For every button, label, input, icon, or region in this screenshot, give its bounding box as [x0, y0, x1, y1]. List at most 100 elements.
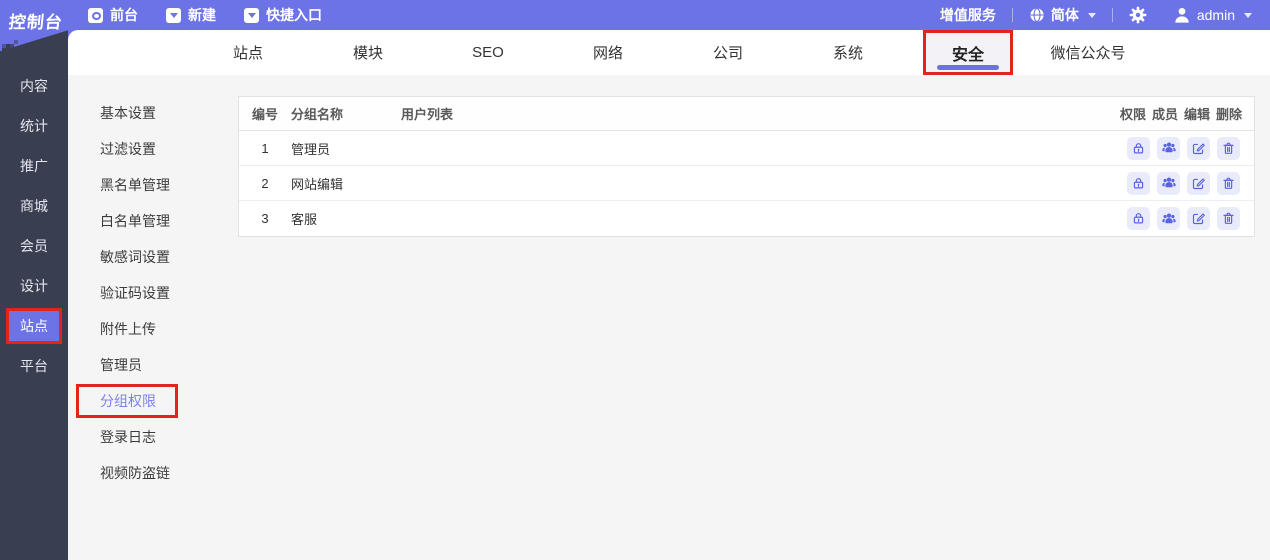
column-header-id: 编号 — [251, 107, 278, 122]
top-menu-frontend[interactable]: 前台 — [88, 5, 138, 25]
submenu-item-captcha[interactable]: 验证码设置 — [68, 275, 238, 311]
row-group-name: 管理员 — [291, 141, 331, 157]
column-header-members: 成员 — [1151, 107, 1178, 122]
top-bar-right: 增值服务 简体 admin — [940, 5, 1270, 25]
top-menu-quick-entry[interactable]: 快捷入口 — [244, 5, 322, 25]
divider — [1011, 8, 1013, 22]
lock-icon — [1131, 141, 1146, 156]
column-header-delete: 删除 — [1215, 107, 1242, 122]
divider — [1111, 8, 1113, 22]
tab-bar: 站点 模块 SEO 网络 公司 系统 安全 微信公众号 — [68, 30, 1270, 75]
language-label: 简体 — [1050, 7, 1079, 23]
submenu-item-video-hotlink[interactable]: 视频防盗链 — [68, 455, 238, 491]
submenu-item-login-log[interactable]: 登录日志 — [68, 419, 238, 455]
top-menu-frontend-label: 前台 — [110, 7, 138, 23]
edit-button[interactable] — [1187, 171, 1210, 195]
submenu-item-basic-settings[interactable]: 基本设置 — [68, 95, 238, 131]
tab-seo[interactable]: SEO — [428, 30, 548, 75]
sidebar-item-content[interactable]: 内容 — [0, 66, 68, 106]
permissions-button[interactable] — [1127, 207, 1150, 230]
permissions-button[interactable] — [1127, 171, 1150, 195]
tab-wechat[interactable]: 微信公众号 — [1028, 30, 1148, 75]
caret-down-icon — [166, 7, 181, 23]
column-header-permissions: 权限 — [1119, 107, 1146, 122]
delete-button[interactable] — [1217, 171, 1240, 195]
tab-modules[interactable]: 模块 — [308, 30, 428, 75]
edit-icon — [1191, 141, 1206, 156]
sidebar-item-design[interactable]: 设计 — [0, 266, 68, 306]
top-menu-new-label: 新建 — [188, 7, 216, 23]
top-menu-new[interactable]: 新建 — [166, 5, 216, 25]
submenu-item-administrators[interactable]: 管理员 — [68, 347, 238, 383]
trash-icon — [1221, 211, 1236, 226]
group-permissions-table: 编号 分组名称 用户列表 权限 成员 编辑 删除 1 管理员 2 网站编辑 3 … — [238, 96, 1255, 237]
main-content: 基本设置 过滤设置 黑名单管理 白名单管理 敏感词设置 验证码设置 附件上传 管… — [68, 75, 1270, 560]
edit-icon — [1191, 211, 1206, 226]
sidebar-item-promotion[interactable]: 推广 — [0, 146, 68, 186]
lock-icon — [1131, 176, 1146, 191]
sidebar-item-statistics[interactable]: 统计 — [0, 106, 68, 146]
submenu-item-whitelist[interactable]: 白名单管理 — [68, 203, 238, 239]
lock-icon — [1131, 211, 1146, 226]
row-actions — [1104, 207, 1254, 230]
eye-icon — [88, 7, 103, 23]
delete-button[interactable] — [1217, 136, 1240, 160]
permissions-button[interactable] — [1127, 136, 1150, 160]
row-id: 2 — [261, 175, 269, 191]
globe-icon — [1029, 7, 1045, 23]
submenu-item-filter-settings[interactable]: 过滤设置 — [68, 131, 238, 167]
tab-system[interactable]: 系统 — [788, 30, 908, 75]
sidebar-item-platform[interactable]: 平台 — [0, 346, 68, 386]
table-row: 2 网站编辑 — [239, 166, 1254, 201]
tab-site[interactable]: 站点 — [188, 30, 308, 75]
value-added-services-link[interactable]: 增值服务 — [940, 5, 996, 25]
row-group-name: 客服 — [291, 212, 318, 227]
chevron-down-icon — [1087, 12, 1096, 18]
top-bar: 前台 新建 快捷入口 增值服务 简体 admin — [0, 0, 1270, 30]
table-row: 3 客服 — [239, 201, 1254, 236]
group-icon — [1161, 211, 1177, 227]
settings-gear-button[interactable] — [1129, 6, 1147, 24]
chevron-down-icon — [1244, 12, 1252, 18]
table-header: 编号 分组名称 用户列表 权限 成员 编辑 删除 — [239, 97, 1254, 131]
action-column-headers: 权限 成员 编辑 删除 — [1104, 104, 1254, 123]
edit-icon — [1191, 176, 1206, 191]
caret-down-icon — [244, 7, 259, 23]
gear-icon — [1129, 6, 1147, 24]
row-actions — [1104, 136, 1254, 160]
submenu-item-group-permissions-active[interactable]: 分组权限 — [76, 384, 178, 418]
column-header-edit: 编辑 — [1183, 107, 1210, 122]
tab-company[interactable]: 公司 — [668, 30, 788, 75]
sidebar-item-mall[interactable]: 商城 — [0, 186, 68, 226]
trash-icon — [1221, 141, 1236, 156]
submenu-item-blacklist[interactable]: 黑名单管理 — [68, 167, 238, 203]
user-menu[interactable]: admin — [1173, 6, 1252, 24]
edit-button[interactable] — [1187, 207, 1210, 230]
table-row: 1 管理员 — [239, 131, 1254, 166]
tab-network[interactable]: 网络 — [548, 30, 668, 75]
annotation-box-group-permissions: 分组权限 — [68, 383, 238, 419]
members-button[interactable] — [1157, 136, 1180, 160]
members-button[interactable] — [1157, 171, 1180, 195]
members-button[interactable] — [1157, 207, 1180, 230]
submenu-item-sensitive-words[interactable]: 敏感词设置 — [68, 239, 238, 275]
delete-button[interactable] — [1217, 207, 1240, 230]
sidebar-item-members[interactable]: 会员 — [0, 226, 68, 266]
column-header-group-name: 分组名称 — [291, 107, 344, 122]
active-tab-underline — [937, 65, 999, 70]
app-logo-text: 控制台 — [7, 13, 64, 32]
user-icon — [1173, 6, 1191, 24]
tab-security-active[interactable]: 安全 — [923, 30, 1013, 75]
annotation-box-sidebar-site: 站点 — [0, 306, 68, 346]
group-icon — [1161, 140, 1177, 156]
row-actions — [1104, 171, 1254, 195]
edit-button[interactable] — [1187, 136, 1210, 160]
submenu-item-attachment-upload[interactable]: 附件上传 — [68, 311, 238, 347]
group-icon — [1161, 175, 1177, 191]
security-submenu: 基本设置 过滤设置 黑名单管理 白名单管理 敏感词设置 验证码设置 附件上传 管… — [68, 75, 238, 560]
row-id: 1 — [261, 140, 269, 156]
pixel-decoration — [2, 36, 6, 40]
language-selector[interactable]: 简体 — [1029, 5, 1096, 25]
sidebar-item-site-active[interactable]: 站点 — [6, 308, 62, 344]
tab-security-label: 安全 — [951, 46, 984, 64]
